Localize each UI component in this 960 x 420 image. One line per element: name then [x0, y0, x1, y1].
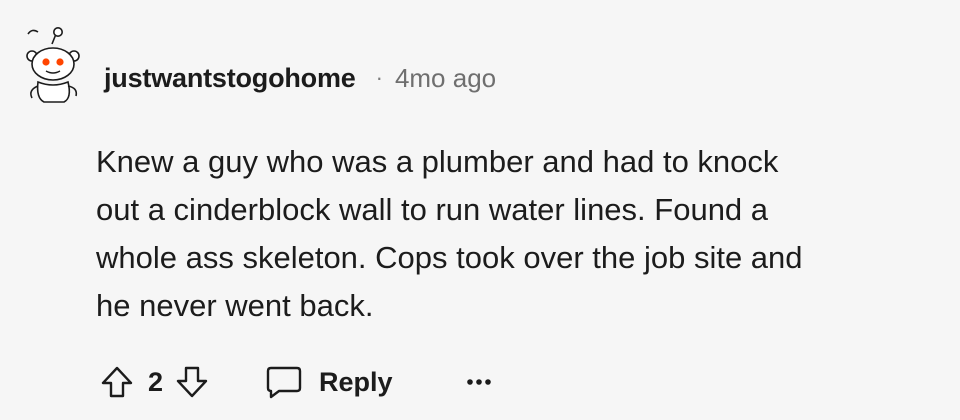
more-options-button[interactable]: [465, 377, 493, 387]
author-username[interactable]: justwantstogohome: [104, 63, 356, 94]
speech-bubble-icon: [265, 364, 303, 400]
comment-body-line: out a cinderblock wall to run water line…: [96, 192, 769, 227]
reply-button[interactable]: Reply: [265, 364, 393, 400]
comment-body-line: whole ass skeleton. Cops took over the j…: [96, 240, 803, 275]
vote-score: 2: [148, 366, 164, 397]
comment-body-line: Knew a guy who was a plumber and had to …: [96, 144, 779, 179]
comment-body-line: he never went back.: [96, 288, 374, 323]
comment-actions: 2 Reply: [100, 360, 493, 404]
meta-separator: ·: [375, 65, 383, 90]
comment-body: Knew a guy who was a plumber and had to …: [96, 138, 936, 330]
reply-label: Reply: [319, 366, 393, 397]
ellipsis-icon: [465, 377, 493, 387]
comment-timestamp[interactable]: 4mo ago: [395, 63, 496, 94]
comment: justwantstogohome · 4mo ago Knew a guy w…: [0, 0, 960, 420]
upvote-arrow-icon[interactable]: [100, 365, 134, 399]
comment-meta: justwantstogohome · 4mo ago: [104, 58, 496, 98]
downvote-arrow-icon[interactable]: [175, 365, 209, 399]
snoo-avatar-icon[interactable]: [22, 24, 86, 104]
